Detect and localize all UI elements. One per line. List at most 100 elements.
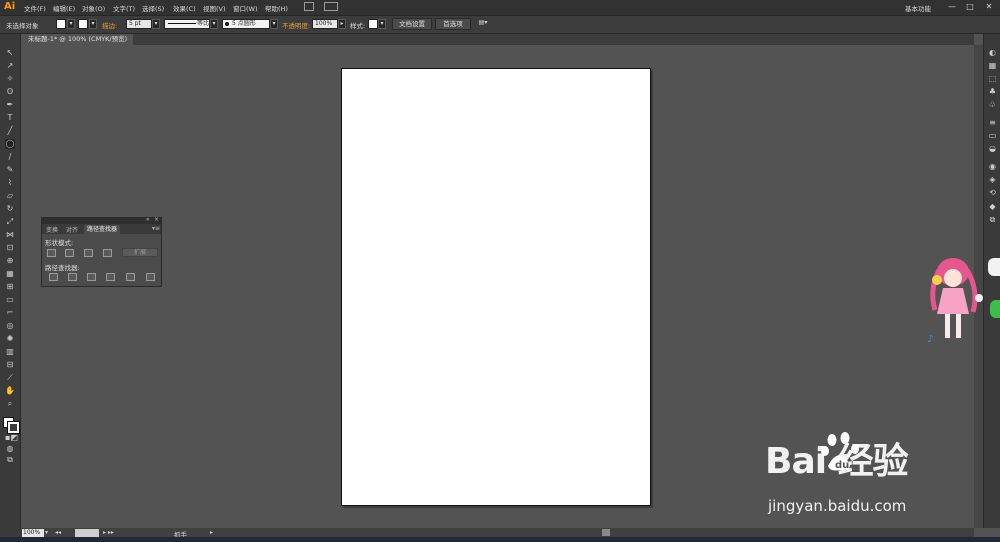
column-graph-icon[interactable]: ▥ [5, 347, 15, 357]
trim-icon[interactable] [68, 273, 77, 281]
horizontal-scroll-thumb[interactable] [602, 529, 610, 536]
first-artboard-icon[interactable]: ◂◂ [55, 529, 61, 536]
minus-back-icon[interactable] [146, 273, 155, 281]
style-dropdown-icon[interactable]: ▾ [378, 19, 386, 29]
brushes-icon[interactable]: ♣ [987, 87, 998, 97]
graphic-style-icon[interactable]: ⟲ [987, 188, 998, 198]
workspace-switcher[interactable]: 基本功能 [905, 3, 931, 13]
arrange-documents-icon[interactable] [324, 2, 338, 11]
artboard[interactable] [341, 68, 651, 506]
perspective-grid-icon[interactable]: ▦ [5, 269, 15, 279]
stroke-swatch[interactable] [78, 19, 88, 29]
selection-tool-icon[interactable]: ↖ [5, 48, 15, 58]
profile-dropdown-icon[interactable]: ▾ [210, 19, 218, 29]
magic-wand-icon[interactable]: ✧ [5, 74, 15, 84]
menu-type[interactable]: 文字(T) [113, 3, 135, 13]
close-button[interactable]: ✕ [981, 1, 997, 12]
unite-icon[interactable] [47, 249, 56, 257]
intersect-icon[interactable] [84, 249, 93, 257]
scale-icon[interactable]: ⤢ [5, 217, 15, 227]
artboards-icon[interactable]: ⧉ [987, 215, 998, 225]
mesh-tool-icon[interactable]: ⊞ [5, 282, 15, 292]
drawing-mode-icon[interactable]: ◍ [5, 444, 15, 454]
document-arrangement-icon[interactable]: ▤▾ [476, 19, 490, 29]
rotate-icon[interactable]: ↻ [5, 204, 15, 214]
stroke-weight-dropdown-icon[interactable]: ▾ [152, 19, 160, 29]
screen-mode-icon[interactable]: ⧉ [5, 455, 15, 465]
layers-icon[interactable]: ◆ [987, 202, 998, 212]
eraser-icon[interactable]: ▱ [5, 191, 15, 201]
opacity-dropdown-icon[interactable]: ▸ [338, 19, 346, 29]
blob-brush-icon[interactable]: ⌇ [5, 178, 15, 188]
collapse-icon[interactable]: « [146, 216, 150, 223]
graphic-styles-icon[interactable]: ◈ [987, 175, 998, 185]
crop-icon[interactable] [106, 273, 115, 281]
ellipse-tool-icon[interactable]: ◯ [5, 139, 15, 149]
stroke-label[interactable]: 描边: [102, 20, 117, 30]
shape-builder-icon[interactable]: ⊕ [5, 256, 15, 266]
swatches-icon[interactable]: ⬚ [987, 74, 998, 84]
divide-icon[interactable] [49, 273, 58, 281]
color-mode-icon[interactable]: ▪◩ [5, 433, 18, 443]
free-transform-icon[interactable]: ⊡ [5, 243, 15, 253]
fill-swatch[interactable] [56, 19, 66, 29]
side-widget-green[interactable] [990, 300, 1000, 318]
slice-tool-icon[interactable]: ⟋ [5, 373, 15, 383]
opacity-field[interactable]: 100% [312, 19, 338, 29]
status-menu-icon[interactable]: ▸ [210, 529, 213, 536]
document-setup-button[interactable]: 文档设置 [392, 18, 432, 30]
artboard-number-field[interactable] [75, 529, 99, 537]
panel-close-icon[interactable]: × [154, 216, 159, 223]
appearance-icon[interactable]: ◉ [987, 162, 998, 172]
minimize-button[interactable]: — [944, 1, 960, 12]
gradient-panel-icon[interactable]: ▭ [987, 131, 998, 141]
lasso-icon[interactable]: ʘ [5, 87, 15, 97]
menu-object[interactable]: 对象(O) [82, 3, 105, 13]
tab-pathfinder[interactable]: 路径查找器 [84, 225, 121, 234]
expand-button[interactable]: 扩展 [122, 248, 158, 257]
tab-transform[interactable]: 变换 [46, 225, 58, 234]
zoom-dropdown-icon[interactable]: ▾ [45, 529, 48, 536]
variable-width-profile[interactable]: 等比 [164, 19, 210, 29]
zoom-tool-icon[interactable]: ⌕ [5, 399, 15, 409]
stroke-dropdown-icon[interactable]: ▾ [89, 19, 97, 29]
blend-tool-icon[interactable]: ◎ [5, 321, 15, 331]
menu-help[interactable]: 帮助(H) [265, 3, 288, 13]
transparency-icon[interactable]: ◒ [987, 144, 998, 154]
color-guide-icon[interactable]: ▦ [987, 61, 998, 71]
side-widget-top[interactable] [988, 258, 1000, 276]
document-tab[interactable]: 未标题-1* @ 100% (CMYK/预览) [22, 34, 134, 45]
next-artboard-icon[interactable]: ▸ ▸▸ [103, 529, 114, 536]
width-tool-icon[interactable]: ⋈ [5, 230, 15, 240]
exclude-icon[interactable] [103, 249, 112, 257]
opacity-label[interactable]: 不透明度: [282, 20, 310, 30]
menu-edit[interactable]: 编辑(E) [53, 3, 75, 13]
pen-tool-icon[interactable]: ✒ [5, 100, 15, 110]
brush-definition[interactable]: 5 点圆形 [222, 19, 270, 29]
line-tool-icon[interactable]: ╱ [5, 126, 15, 136]
horizontal-scrollbar[interactable] [22, 528, 974, 537]
hand-tool-icon[interactable]: ✋ [5, 386, 15, 396]
merge-icon[interactable] [87, 273, 96, 281]
preferences-button[interactable]: 首选项 [435, 18, 471, 30]
stroke-weight-field[interactable]: 5 pt [126, 19, 152, 29]
artboard-tool-icon[interactable]: ⊟ [5, 360, 15, 370]
stroke-panel-icon[interactable]: ≡ [987, 118, 998, 128]
menu-select[interactable]: 选择(S) [142, 3, 164, 13]
color-panel-icon[interactable]: ◐ [987, 48, 998, 58]
menu-effect[interactable]: 效果(C) [173, 3, 196, 13]
bridge-icon[interactable] [304, 2, 314, 11]
symbol-sprayer-icon[interactable]: ✺ [5, 334, 15, 344]
outline-icon[interactable] [126, 273, 135, 281]
pencil-icon[interactable]: ✎ [5, 165, 15, 175]
maximize-button[interactable]: □ [962, 1, 978, 12]
menu-file[interactable]: 文件(F) [24, 3, 46, 13]
tab-align[interactable]: 对齐 [66, 225, 78, 234]
direct-selection-tool-icon[interactable]: ↗ [5, 61, 15, 71]
menu-window[interactable]: 窗口(W) [233, 3, 258, 13]
gradient-tool-icon[interactable]: ▭ [5, 295, 15, 305]
panel-menu-icon[interactable]: ▾≡ [152, 225, 160, 232]
brush-dropdown-icon[interactable]: ▾ [270, 19, 278, 29]
menu-view[interactable]: 视图(V) [203, 3, 226, 13]
graphic-style-swatch[interactable] [368, 19, 378, 29]
